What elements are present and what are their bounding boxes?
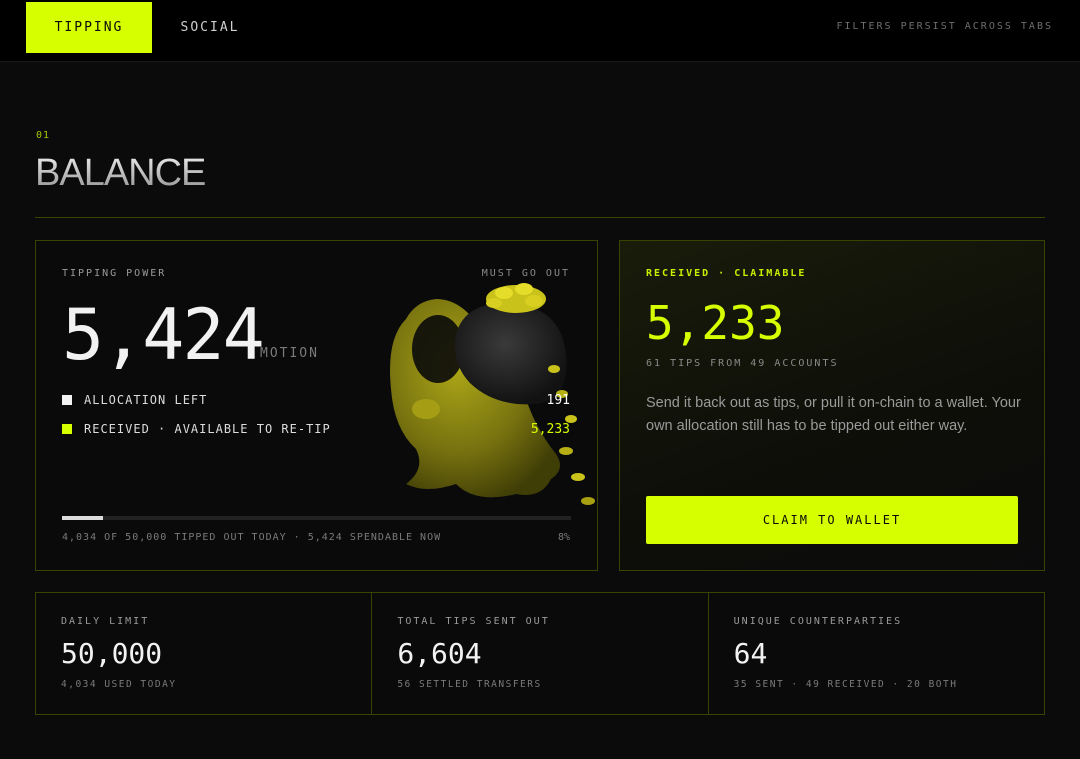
- progress-caption: 4,034 OF 50,000 TIPPED OUT TODAY · 5,424…: [62, 532, 442, 543]
- stat-value: 6,604: [397, 637, 482, 670]
- received-amount: 5,233: [646, 296, 785, 350]
- stat-value: 64: [733, 637, 768, 670]
- must-go-out-tag: MUST GO OUT: [481, 268, 570, 279]
- received-value: 5,233: [530, 422, 570, 437]
- legend-swatch-white: [62, 395, 72, 405]
- stat-subtext: 4,034 USED TODAY: [61, 679, 177, 690]
- tipping-power-value: 5,424: [62, 294, 265, 376]
- stat-label: DAILY LIMIT: [61, 616, 150, 627]
- stat-subtext: 35 SENT · 49 RECEIVED · 20 BOTH: [733, 679, 958, 690]
- stat-unique-counterparties: UNIQUE COUNTERPARTIES 64 35 SENT · 49 RE…: [709, 593, 1044, 714]
- tipping-power-card: TIPPING POWER MUST GO OUT 5,424 MOTION A…: [35, 240, 598, 571]
- received-description: Send it back out as tips, or pull it on-…: [646, 395, 1021, 434]
- section-divider: [35, 217, 1045, 218]
- allocation-left-value: 191: [546, 393, 570, 408]
- received-claimable-card: RECEIVED · CLAIMABLE 5,233 61 TIPS FROM …: [619, 240, 1045, 571]
- progress-percent: 8%: [557, 532, 570, 543]
- top-nav-bar: TIPPING SOCIAL FILTERS PERSIST ACROSS TA…: [0, 0, 1080, 62]
- stat-daily-limit: DAILY LIMIT 50,000 4,034 USED TODAY: [36, 593, 373, 714]
- daily-progress-bar: [62, 516, 571, 520]
- stat-label: TOTAL TIPS SENT OUT: [397, 616, 550, 627]
- stat-subtext: 56 SETTLED TRANSFERS: [397, 679, 542, 690]
- received-label: RECEIVED · CLAIMABLE: [646, 268, 807, 279]
- page-title: BALANCE: [35, 152, 206, 194]
- tipping-power-label: TIPPING POWER: [62, 268, 167, 279]
- legend-received: RECEIVED · AVAILABLE TO RE-TIP: [62, 422, 331, 436]
- tab-tipping[interactable]: TIPPING: [26, 2, 152, 53]
- stats-row: DAILY LIMIT 50,000 4,034 USED TODAY TOTA…: [35, 592, 1045, 715]
- stat-value: 50,000: [61, 637, 163, 670]
- legend-allocation-left: ALLOCATION LEFT: [62, 393, 207, 407]
- section-number: 01: [36, 130, 51, 141]
- filters-note: FILTERS PERSIST ACROSS TABS: [836, 21, 1053, 32]
- tab-social[interactable]: SOCIAL: [160, 2, 260, 53]
- stat-total-tips-sent: TOTAL TIPS SENT OUT 6,604 56 SETTLED TRA…: [372, 593, 709, 714]
- tipping-power-unit: MOTION: [260, 346, 319, 361]
- claim-to-wallet-button[interactable]: CLAIM TO WALLET: [646, 496, 1018, 544]
- legend-label: RECEIVED · AVAILABLE TO RE-TIP: [84, 422, 331, 436]
- legend-label: ALLOCATION LEFT: [84, 393, 208, 407]
- received-subtext: 61 TIPS FROM 49 ACCOUNTS: [646, 358, 839, 369]
- daily-progress-fill: [62, 516, 103, 520]
- stat-label: UNIQUE COUNTERPARTIES: [733, 616, 903, 627]
- legend-swatch-lime: [62, 424, 72, 434]
